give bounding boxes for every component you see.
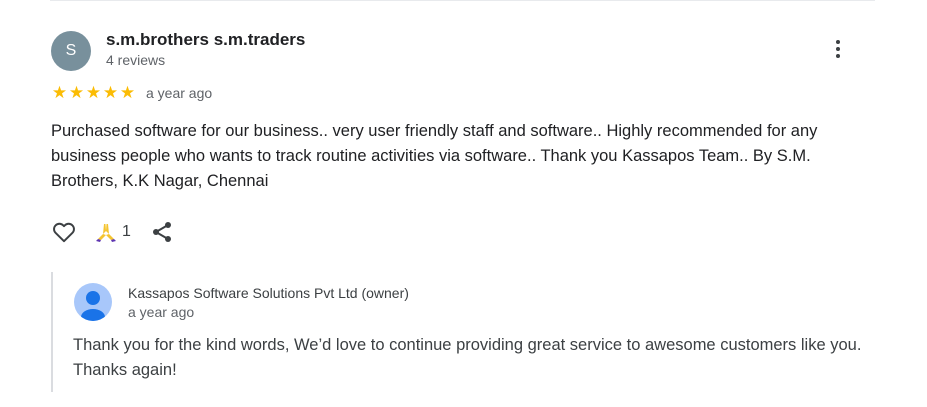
reaction-count: 1 bbox=[122, 223, 131, 240]
reviewer-avatar[interactable]: S bbox=[51, 31, 91, 71]
star-icon: ★ bbox=[68, 83, 85, 102]
star-icon: ★ bbox=[51, 83, 68, 102]
reviewer-name[interactable]: s.m.brothers s.m.traders bbox=[106, 30, 305, 50]
review-text: Purchased software for our business.. ve… bbox=[51, 122, 818, 190]
review-time: a year ago bbox=[146, 85, 213, 101]
owner-name: Kassapos Software Solutions Pvt Ltd (own… bbox=[128, 285, 409, 301]
star-icon: ★ bbox=[119, 83, 136, 102]
star-rating: ★ ★ ★ ★ ★ bbox=[51, 84, 136, 102]
share-icon[interactable] bbox=[151, 220, 173, 249]
top-divider bbox=[50, 0, 875, 1]
reviewer-review-count: 4 reviews bbox=[106, 52, 166, 68]
more-options-icon[interactable] bbox=[828, 38, 848, 64]
reaction-hands-icon[interactable] bbox=[95, 222, 117, 247]
owner-avatar bbox=[74, 283, 112, 321]
owner-reply-text: Thank you for the kind words, We’d love … bbox=[73, 336, 862, 379]
star-icon: ★ bbox=[102, 83, 119, 102]
reviewer-avatar-letter: S bbox=[65, 42, 77, 59]
star-icon: ★ bbox=[85, 83, 102, 102]
like-heart-icon[interactable] bbox=[51, 219, 77, 250]
reply-divider bbox=[51, 272, 53, 392]
owner-reply-time: a year ago bbox=[128, 304, 195, 320]
